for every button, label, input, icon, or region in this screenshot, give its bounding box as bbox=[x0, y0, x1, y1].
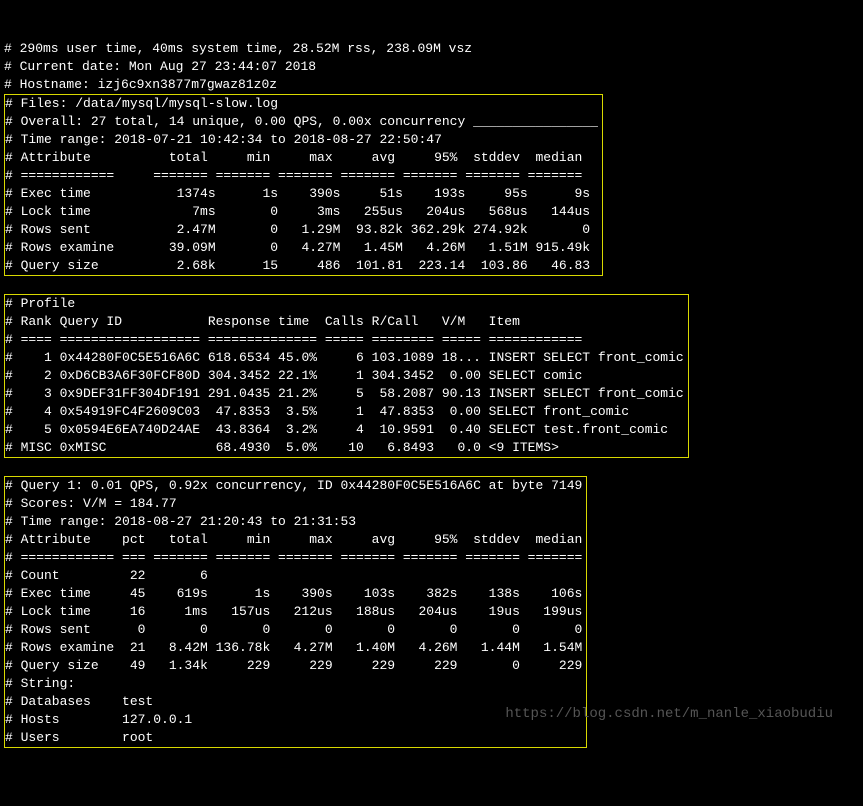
query-users-row: # Users root bbox=[5, 730, 153, 745]
exec-time-row: # Exec time 1374s 1s 390s 51s 193s 95s 9… bbox=[5, 186, 590, 201]
query-string-row: # String: bbox=[5, 676, 75, 691]
profile-row-4: # 4 0x54919FC4F2609C03 47.8353 3.5% 1 47… bbox=[5, 404, 629, 419]
query-attr-header: # Attribute pct total min max avg 95% st… bbox=[5, 532, 582, 547]
query-exec-row: # Exec time 45 619s 1s 390s 103s 382s 13… bbox=[5, 586, 582, 601]
attr-header: # Attribute total min max avg 95% stddev… bbox=[5, 150, 582, 165]
files-line: # Files: /data/mysql/mysql-slow.log bbox=[5, 96, 278, 111]
query-rowsexamine-row: # Rows examine 21 8.42M 136.78k 4.27M 1.… bbox=[5, 640, 582, 655]
profile-row-5: # 5 0x0594E6EA740D24AE 43.8364 3.2% 4 10… bbox=[5, 422, 668, 437]
profile-row-2: # 2 0xD6CB3A6F30FCF80D 304.3452 22.1% 1 … bbox=[5, 368, 582, 383]
lock-time-row: # Lock time 7ms 0 3ms 255us 204us 568us … bbox=[5, 204, 590, 219]
overall-stats-box: # Files: /data/mysql/mysql-slow.log # Ov… bbox=[4, 94, 603, 276]
header-line-1: # 290ms user time, 40ms system time, 28.… bbox=[4, 41, 472, 56]
rows-examine-row: # Rows examine 39.09M 0 4.27M 1.45M 4.26… bbox=[5, 240, 590, 255]
attr-sep: # ============ ======= ======= ======= =… bbox=[5, 168, 582, 183]
header-line-2: # Current date: Mon Aug 27 23:44:07 2018 bbox=[4, 59, 316, 74]
query-attr-sep: # ============ === ======= ======= =====… bbox=[5, 550, 582, 565]
query-hosts-row: # Hosts 127.0.0.1 bbox=[5, 712, 192, 727]
query-db-row: # Databases test bbox=[5, 694, 153, 709]
query-detail-box: # Query 1: 0.01 QPS, 0.92x concurrency, … bbox=[4, 476, 587, 748]
query-size-row: # Query size 2.68k 15 486 101.81 223.14 … bbox=[5, 258, 590, 273]
query-line-3: # Time range: 2018-08-27 21:20:43 to 21:… bbox=[5, 514, 356, 529]
profile-row-1: # 1 0x44280F0C5E516A6C 618.6534 45.0% 6 … bbox=[5, 350, 684, 365]
profile-title: # Profile bbox=[5, 296, 75, 311]
query-rowssent-row: # Rows sent 0 0 0 0 0 0 0 0 bbox=[5, 622, 582, 637]
query-lock-row: # Lock time 16 1ms 157us 212us 188us 204… bbox=[5, 604, 582, 619]
overall-line: # Overall: 27 total, 14 unique, 0.00 QPS… bbox=[5, 114, 598, 129]
profile-sep: # ==== ================== ==============… bbox=[5, 332, 582, 347]
header-line-3: # Hostname: izj6c9xn3877m7gwaz81z0z bbox=[4, 77, 277, 92]
query-count-row: # Count 22 6 bbox=[5, 568, 208, 583]
query-line-2: # Scores: V/M = 184.77 bbox=[5, 496, 177, 511]
rows-sent-row: # Rows sent 2.47M 0 1.29M 93.82k 362.29k… bbox=[5, 222, 590, 237]
query-line-1: # Query 1: 0.01 QPS, 0.92x concurrency, … bbox=[5, 478, 582, 493]
timerange-line: # Time range: 2018-07-21 10:42:34 to 201… bbox=[5, 132, 442, 147]
query-size-row: # Query size 49 1.34k 229 229 229 229 0 … bbox=[5, 658, 582, 673]
profile-row-3: # 3 0x9DEF31FF304DF191 291.0435 21.2% 5 … bbox=[5, 386, 684, 401]
profile-row-misc: # MISC 0xMISC 68.4930 5.0% 10 6.8493 0.0… bbox=[5, 440, 559, 455]
profile-header: # Rank Query ID Response time Calls R/Ca… bbox=[5, 314, 520, 329]
profile-box: # Profile # Rank Query ID Response time … bbox=[4, 294, 689, 458]
